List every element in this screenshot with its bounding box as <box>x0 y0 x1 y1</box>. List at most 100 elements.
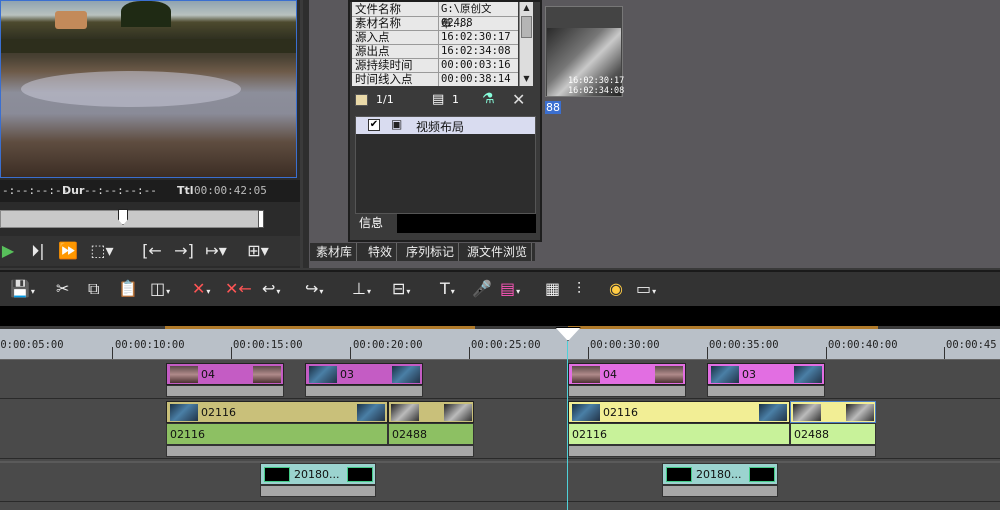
save-icon[interactable]: 💾▾ <box>10 278 35 300</box>
grid-icon[interactable]: ▦ <box>545 278 560 300</box>
timeline-toolbar: 💾▾ ✂ ⧉ 📋 ◫▾ ✕▾ ✕← ↩▾ ↪▾ ⊥▾ ⊟▾ T▾ 🎤 ▤▾ ▦ … <box>0 272 1000 306</box>
bin-tab-bar: 素材库 特效 序列标记 源文件浏览 <box>310 243 535 261</box>
marker-icon[interactable]: ⊥▾ <box>352 278 371 300</box>
preview-scrub-bar[interactable] <box>0 210 262 228</box>
ruler-label: 00:00:10:00 <box>115 339 185 351</box>
tab-sequence-markers[interactable]: 序列标记 <box>402 243 460 261</box>
insert-icon[interactable]: ↦▾ <box>204 240 228 262</box>
scroll-up-icon[interactable]: ▲ <box>521 3 532 13</box>
ripple-delete-icon[interactable]: ✕← <box>225 278 252 300</box>
set-in-icon[interactable]: [← <box>140 240 164 262</box>
tab-asset-bin[interactable]: 素材库 <box>312 243 358 261</box>
color-wheel-icon[interactable]: ◉ <box>609 278 623 300</box>
clip-label: 20180... <box>696 468 742 481</box>
output-menu-icon[interactable]: ⬚▾ <box>90 240 114 262</box>
timeline-header-bar <box>0 306 1000 326</box>
mixer-icon[interactable]: ⫶ <box>577 278 581 300</box>
clip-thumbnail-icon <box>357 404 385 421</box>
ruler-tick <box>112 347 113 359</box>
audio-clip[interactable]: 02488 <box>790 423 876 445</box>
table-row: 源入点 16:02:30:17 <box>352 30 518 45</box>
overwrite-icon[interactable]: ⊞▾ <box>246 240 270 262</box>
table-row: 源出点 16:02:34:08 <box>352 44 518 59</box>
property-key: 源入点 <box>355 30 390 44</box>
redo-icon[interactable]: ↪▾ <box>305 278 323 300</box>
ruler-label: 00:00:20:00 <box>353 339 423 351</box>
video-clip[interactable]: 02116 <box>568 401 790 423</box>
film-icon: ▣ <box>391 117 403 131</box>
render-icon[interactable]: ▤▾ <box>500 278 520 300</box>
audio-clip[interactable]: 02116 <box>166 423 388 445</box>
clip-label: 02116 <box>572 428 607 441</box>
clip-thumbnail-icon <box>264 467 290 482</box>
scroll-thumb[interactable] <box>521 16 532 38</box>
ruler-label: 00:00:35:00 <box>709 339 779 351</box>
preview-shore <box>1 39 296 53</box>
clip-underbar <box>166 445 474 457</box>
folder-icon[interactable] <box>355 94 368 106</box>
scrub-out-marker[interactable] <box>258 210 264 228</box>
layer-list-icon[interactable]: ▤ <box>432 92 444 107</box>
video-clip[interactable] <box>790 401 876 423</box>
undo-icon[interactable]: ↩▾ <box>262 278 280 300</box>
scroll-down-icon[interactable]: ▼ <box>521 74 532 84</box>
timeline-ruler[interactable]: 00:00:05:00 00:00:10:00 00:00:15:00 00:0… <box>0 329 1000 360</box>
cut-icon[interactable]: ✂ <box>56 278 69 300</box>
clip-underbar <box>568 385 686 397</box>
clip-thumbnail-icon <box>170 366 198 383</box>
audio-clip[interactable]: 02488 <box>388 423 474 445</box>
clip-label: 02116 <box>201 406 236 419</box>
panel-divider[interactable] <box>303 0 309 268</box>
close-icon[interactable]: ✕ <box>512 90 525 109</box>
window-layout-icon[interactable]: ▭▾ <box>636 278 656 300</box>
step-forward-icon[interactable]: ⏵| <box>26 240 50 262</box>
overlay-clip[interactable]: 03 <box>707 363 825 385</box>
properties-scrollbar[interactable]: ▲ ▼ <box>519 2 533 86</box>
properties-toolbar: 1/1 ▤ 1 ⚗ ✕ <box>352 90 536 112</box>
clip-label: 20180... <box>294 468 340 481</box>
set-out-icon[interactable]: →] <box>172 240 196 262</box>
overlay-clip[interactable]: 03 <box>305 363 423 385</box>
clip-thumbnail-icon <box>572 366 600 383</box>
overlay-clip[interactable]: 04 <box>568 363 686 385</box>
ruler-label: 00:00:05:00 <box>0 339 64 351</box>
thumbnail-caption[interactable]: 88 <box>545 101 561 114</box>
clip-thumbnail-icon <box>391 404 419 421</box>
checkbox-checked-icon[interactable]: ✔ <box>368 119 380 131</box>
title-clip[interactable]: 20180... <box>260 463 376 485</box>
clip-thumbnail-icon <box>666 467 692 482</box>
audio-clip[interactable]: 02116 <box>568 423 790 445</box>
title-clip[interactable]: 20180... <box>662 463 778 485</box>
ruler-label: 00:00:45 <box>946 339 997 351</box>
preview-video-frame <box>0 0 297 178</box>
split-icon[interactable]: ◫▾ <box>150 278 170 300</box>
delete-icon[interactable]: ✕▾ <box>192 278 210 300</box>
copy-icon[interactable]: ⧉ <box>88 278 99 300</box>
clip-thumbnail-icon <box>711 366 739 383</box>
clip-thumbnail-icon <box>253 366 281 383</box>
video-clip[interactable] <box>388 401 474 423</box>
video-clip[interactable]: 02116 <box>166 401 388 423</box>
effects-icon[interactable]: ⚗ <box>482 91 495 107</box>
tab-effects[interactable]: 特效 <box>364 243 398 261</box>
microphone-icon[interactable]: 🎤 <box>472 278 492 300</box>
ruler-label: 00:00:25:00 <box>471 339 541 351</box>
info-field <box>397 214 536 233</box>
thumbnail-tc-in: 16:02:30:17 <box>568 76 625 86</box>
properties-table: 文件名称 G:\原创文章... 素材名称 02488 源入点 16:02:30:17 … <box>352 2 518 86</box>
list-item[interactable]: ✔ ▣ 视频布局 <box>356 117 535 134</box>
sync-lock-icon[interactable]: ⊟▾ <box>392 278 410 300</box>
property-key: 文件名称 <box>355 2 401 16</box>
overlay-clip[interactable]: 04 <box>166 363 284 385</box>
tab-source-browser[interactable]: 源文件浏览 <box>463 243 533 261</box>
property-value: 00:00:38:14 <box>438 72 511 86</box>
track-divider <box>0 458 1000 459</box>
title-icon[interactable]: T▾ <box>440 278 455 300</box>
clip-underbar <box>166 385 284 397</box>
paste-icon[interactable]: 📋 <box>118 278 138 300</box>
property-value: 16:02:30:17 <box>438 30 511 45</box>
thumbnail-tc-out: 16:02:34:08 <box>568 86 625 96</box>
track-divider <box>0 398 1000 399</box>
play-icon[interactable]: ▶ <box>0 240 20 262</box>
fast-forward-icon[interactable]: ⏩ <box>56 240 80 262</box>
